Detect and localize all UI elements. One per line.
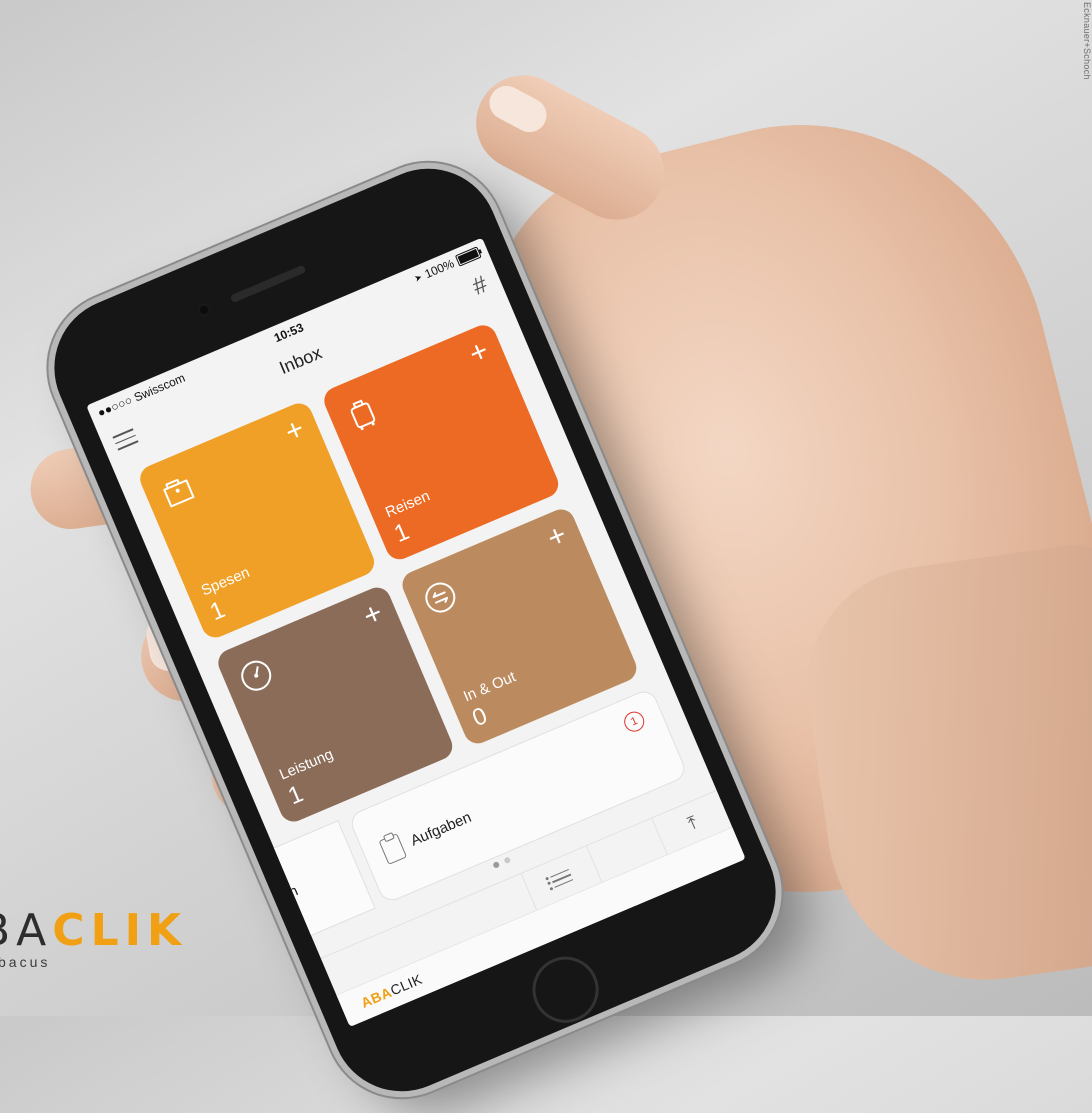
abaclik-logo: BACLIK	[0, 905, 187, 956]
upload-arrow-icon: ⤒	[684, 811, 700, 834]
gauge-icon	[241, 660, 272, 691]
add-leistung-button[interactable]: +	[358, 596, 387, 634]
earpiece-speaker	[229, 264, 307, 304]
logo-part-b: CLIK	[52, 905, 188, 956]
tile-label: In & Out	[461, 668, 519, 706]
wrist	[792, 539, 1092, 1001]
tile-label: Leistung	[276, 745, 336, 784]
clipboard-icon	[378, 833, 408, 865]
tile-label: Spesen	[198, 563, 253, 600]
tile-label: Reisen	[382, 487, 433, 522]
home-button[interactable]	[522, 946, 609, 1034]
tile-count: 1	[284, 780, 308, 811]
tile-count: 0	[468, 702, 492, 733]
footer-brand-b: CLIK	[387, 970, 425, 999]
abacus-tagline: bacus	[0, 954, 51, 970]
add-reisen-button[interactable]: +	[464, 334, 493, 372]
add-spesen-button[interactable]: +	[280, 412, 309, 450]
wallet-icon	[163, 478, 195, 508]
front-camera	[196, 302, 213, 318]
logo-part-a: BA	[0, 905, 53, 956]
tile-count: 1	[390, 517, 414, 549]
notification-badge: 1	[621, 708, 648, 735]
tile-count: 1	[206, 596, 230, 627]
list-icon	[549, 865, 575, 892]
card-label: Nachrichten	[220, 881, 301, 929]
add-in-out-button[interactable]: +	[543, 518, 572, 556]
page-dot	[492, 860, 501, 869]
photo-credit: Ecknauer+Schoch	[1082, 2, 1092, 80]
page-dot	[503, 856, 512, 865]
suitcase-icon	[350, 399, 376, 431]
envelope-icon	[186, 916, 218, 944]
card-label: Aufgaben	[407, 808, 474, 850]
exchange-arrows-icon	[425, 582, 456, 613]
page-indicator	[492, 856, 512, 869]
